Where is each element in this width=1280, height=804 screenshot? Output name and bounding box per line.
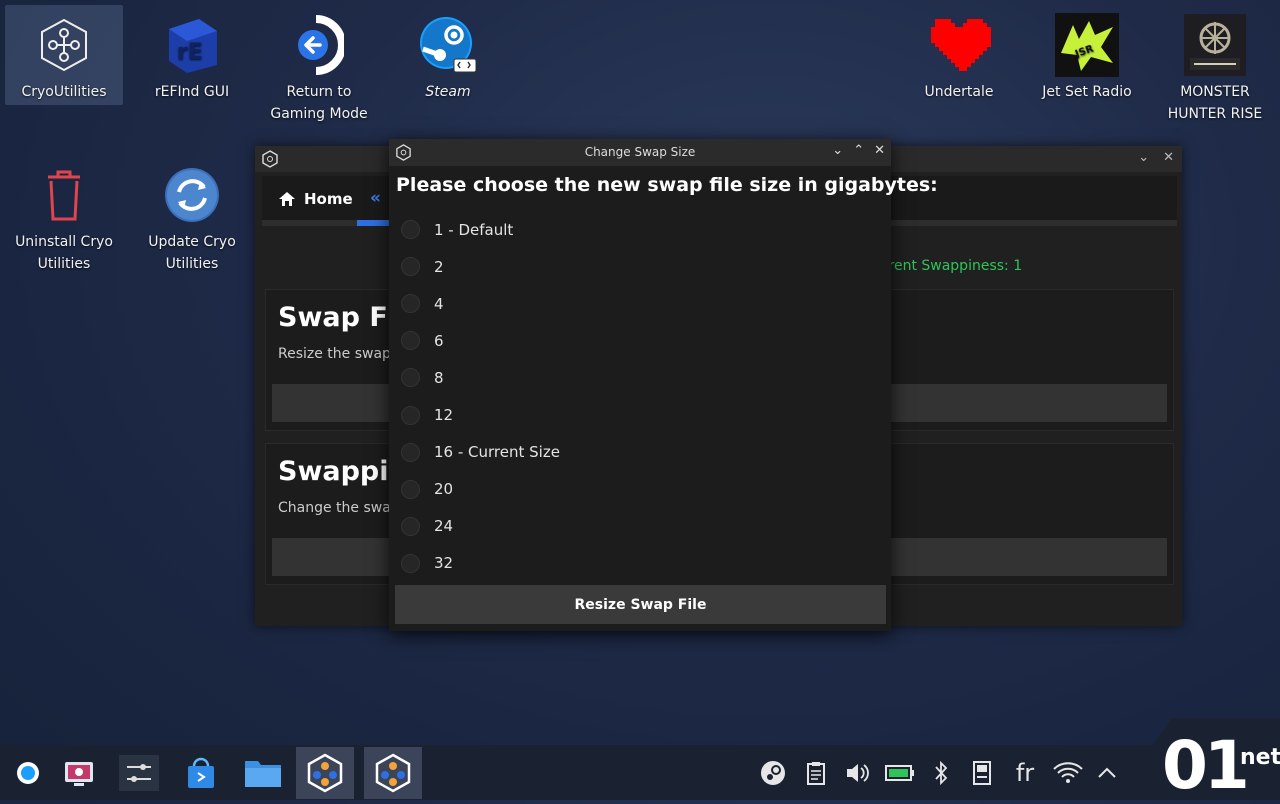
option-label: 4 <box>434 294 444 313</box>
desktop-icon-label: Uninstall Cryo Utilities <box>15 234 113 272</box>
undertale-heart-icon <box>927 13 991 77</box>
desktop-icon-refind[interactable]: rE rEFInd GUI <box>133 5 251 103</box>
minimize-button[interactable]: ⌄ <box>1138 150 1149 165</box>
watermark-big: 01 <box>1162 727 1246 800</box>
radio-button[interactable] <box>401 257 420 277</box>
resize-swap-file-button[interactable]: Resize Swap File <box>395 585 886 624</box>
swap-option-8[interactable]: 8 <box>401 359 560 396</box>
desktop-icon-update-cryo[interactable]: Update Cryo Utilities <box>133 155 251 275</box>
swap-option-6[interactable]: 6 <box>401 322 560 359</box>
desktop-icon-label: Update Cryo Utilities <box>148 234 236 272</box>
active-tab-indicator <box>357 220 389 226</box>
swap-option-4[interactable]: 4 <box>401 285 560 322</box>
radio-button[interactable] <box>401 220 420 240</box>
cryoutilities-taskbar-icon-2[interactable] <box>364 747 422 799</box>
option-label: 8 <box>434 368 444 387</box>
radio-button[interactable] <box>401 553 420 573</box>
close-button[interactable]: ✕ <box>874 143 885 158</box>
dialog-title: Change Swap Size <box>584 145 696 159</box>
radio-button[interactable] <box>401 405 420 425</box>
battery-icon[interactable] <box>884 745 916 800</box>
desktop-icon-steam[interactable]: Steam <box>389 5 507 103</box>
settings-sliders-icon[interactable] <box>110 747 168 799</box>
desktop-icon-label: Undertale <box>924 84 994 100</box>
option-label: 1 - Default <box>434 220 514 239</box>
discover-store-icon[interactable] <box>172 747 230 799</box>
desktop-icon-label: rEFInd GUI <box>154 84 230 100</box>
radio-button[interactable] <box>401 479 420 499</box>
file-manager-icon[interactable] <box>234 747 292 799</box>
swap-option-32[interactable]: 32 <box>401 545 560 582</box>
swap-option-24[interactable]: 24 <box>401 508 560 545</box>
desktop-icon-monster-hunter[interactable]: MONSTER HUNTER RISE <box>1156 5 1274 125</box>
desktop-icon-label: MONSTER HUNTER RISE <box>1167 84 1263 122</box>
watermark-small: net <box>1240 745 1280 770</box>
return-gaming-mode-icon <box>287 13 351 77</box>
swap-option-2[interactable]: 2 <box>401 248 560 285</box>
card-description: Change the swap <box>278 500 400 516</box>
desktop-icon-label: Return to Gaming Mode <box>270 84 368 122</box>
storage-icon[interactable] <box>968 745 996 800</box>
card-description: Resize the swap <box>278 346 391 362</box>
radio-button[interactable] <box>401 294 420 314</box>
desktop-icon-return-gaming[interactable]: Return to Gaming Mode <box>260 5 378 125</box>
home-icon <box>279 192 295 206</box>
swap-option-16[interactable]: 16 - Current Size <box>401 434 560 471</box>
taskbar: fr <box>0 745 1280 800</box>
option-label: 24 <box>434 517 454 536</box>
swap-option-12[interactable]: 12 <box>401 396 560 433</box>
cryoutilities-taskbar-icon[interactable] <box>296 747 354 799</box>
desktop-icon-label: CryoUtilities <box>21 84 107 100</box>
option-label: 2 <box>434 257 444 276</box>
swap-option-1[interactable]: 1 - Default <box>401 211 560 248</box>
option-label: 12 <box>434 406 454 425</box>
maximize-button[interactable]: ⌃ <box>853 143 864 158</box>
back-arrow-icon[interactable]: « <box>370 188 381 208</box>
wifi-icon[interactable] <box>1050 745 1086 800</box>
volume-icon[interactable] <box>842 745 872 800</box>
home-label: Home <box>304 190 353 208</box>
monster-hunter-rise-icon <box>1183 13 1247 77</box>
desktop-icon-label: Steam <box>425 84 471 100</box>
minimize-button[interactable]: ⌄ <box>832 143 843 158</box>
current-swappiness-text: rrent Swappiness: 1 <box>883 258 1023 274</box>
desktop-icon-cryoutilities[interactable]: CryoUtilities <box>5 5 123 105</box>
refind-icon: rE <box>160 13 224 77</box>
jet-set-radio-icon: JSR <box>1055 13 1119 77</box>
option-label: 6 <box>434 331 444 350</box>
desktop-icon-label: Jet Set Radio <box>1042 84 1132 100</box>
dialog-titlebar: Change Swap Size ⌄ ⌃ ✕ <box>389 139 891 166</box>
cryoutilities-icon <box>261 150 279 172</box>
radio-button[interactable] <box>401 442 420 462</box>
bluetooth-icon[interactable] <box>928 745 954 800</box>
clipboard-icon[interactable] <box>802 745 830 800</box>
close-button[interactable]: ✕ <box>1163 150 1174 165</box>
desktop-icon-uninstall-cryo[interactable]: Uninstall Cryo Utilities <box>5 155 123 275</box>
screenshot-app-icon[interactable] <box>50 747 108 799</box>
watermark-logo: 01 net <box>1112 718 1280 804</box>
radio-button[interactable] <box>401 516 420 536</box>
trash-icon <box>32 163 96 227</box>
svg-text:rE: rE <box>177 40 203 65</box>
desktop-icon-jet-set-radio[interactable]: JSR Jet Set Radio <box>1028 5 1146 103</box>
dialog-prompt: Please choose the new swap file size in … <box>396 174 938 196</box>
option-label: 20 <box>434 480 454 499</box>
swap-option-20[interactable]: 20 <box>401 471 560 508</box>
keyboard-layout-indicator[interactable]: fr <box>1008 745 1042 800</box>
steam-deck-icon[interactable] <box>2 747 52 799</box>
swap-size-options: 1 - Default 2 4 6 8 12 16 - Current Size… <box>401 211 560 582</box>
desktop-icon-undertale[interactable]: Undertale <box>900 5 1018 103</box>
home-nav-button[interactable]: Home <box>278 190 353 208</box>
radio-button[interactable] <box>401 368 420 388</box>
radio-button[interactable] <box>401 331 420 351</box>
update-icon <box>160 163 224 227</box>
cryoutilities-icon <box>32 13 96 77</box>
steam-icon <box>416 13 480 77</box>
steam-tray-icon[interactable] <box>758 745 788 800</box>
option-label: 32 <box>434 554 454 573</box>
card-title: Swap Fil <box>278 302 407 333</box>
option-label: 16 - Current Size <box>434 443 560 462</box>
change-swap-size-dialog: Change Swap Size ⌄ ⌃ ✕ Please choose the… <box>389 139 938 631</box>
